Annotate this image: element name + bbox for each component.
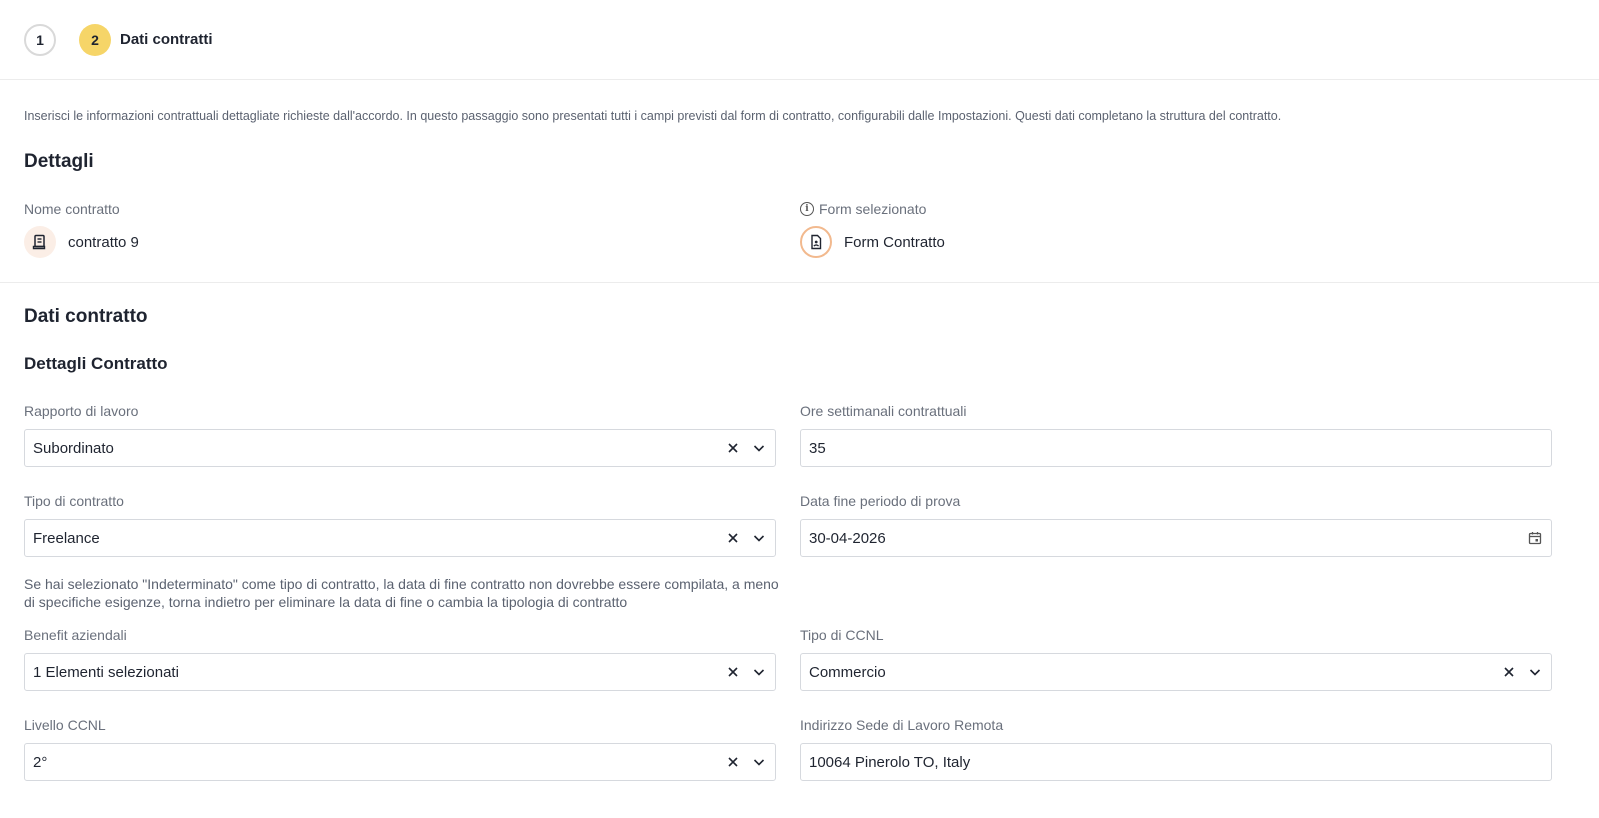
contract-name-value: contratto 9: [68, 233, 139, 251]
step-2-indicator[interactable]: 2: [79, 24, 111, 56]
form-selected-row: Form Contratto: [800, 226, 945, 258]
close-icon[interactable]: [725, 530, 741, 546]
livello-ccnl-label: Livello CCNL: [24, 717, 106, 733]
close-icon[interactable]: [725, 440, 741, 456]
indirizzo-label: Indirizzo Sede di Lavoro Remota: [800, 717, 1004, 733]
livello-ccnl-select[interactable]: 2°: [24, 743, 776, 781]
close-icon[interactable]: [725, 754, 741, 770]
chevron-down-icon[interactable]: [751, 754, 767, 770]
step-1-indicator[interactable]: 1: [24, 24, 56, 56]
indirizzo-value: 10064 Pinerolo TO, Italy: [809, 753, 971, 771]
section-divider: [0, 282, 1599, 283]
contract-type-hint: Se hai selezionato "Indeterminato" come …: [24, 576, 779, 610]
stepper: 1 2 Dati contratti: [0, 0, 1599, 80]
data-fine-prova-input[interactable]: 30-04-2026: [800, 519, 1552, 557]
indirizzo-input[interactable]: 10064 Pinerolo TO, Italy: [800, 743, 1552, 781]
ore-value: 35: [809, 439, 826, 457]
rapporto-value: Subordinato: [33, 439, 114, 457]
contract-data-title: Dati contratto: [24, 306, 148, 327]
rapporto-label: Rapporto di lavoro: [24, 403, 139, 419]
rapporto-select[interactable]: Subordinato: [24, 429, 776, 467]
close-icon[interactable]: [1501, 664, 1517, 680]
tipo-ccnl-value: Commercio: [809, 663, 886, 681]
benefit-label: Benefit aziendali: [24, 627, 127, 643]
tipo-ccnl-select[interactable]: Commercio: [800, 653, 1552, 691]
tipo-contratto-value: Freelance: [33, 529, 100, 547]
form-selected-value: Form Contratto: [844, 233, 945, 251]
form-document-icon: [800, 226, 832, 258]
calendar-icon[interactable]: [1527, 530, 1543, 546]
data-fine-prova-value: 30-04-2026: [809, 529, 886, 547]
step-2-label: Dati contratti: [120, 31, 213, 48]
form-selected-label: i Form selezionato: [800, 201, 926, 217]
tipo-ccnl-label: Tipo di CCNL: [800, 627, 884, 643]
contract-details-subtitle: Dettagli Contratto: [24, 354, 168, 373]
data-fine-prova-label: Data fine periodo di prova: [800, 493, 961, 509]
info-icon[interactable]: i: [800, 202, 814, 216]
tipo-contratto-label: Tipo di contratto: [24, 493, 124, 509]
contract-name-label: Nome contratto: [24, 201, 120, 217]
chevron-down-icon[interactable]: [1527, 664, 1543, 680]
ore-label: Ore settimanali contrattuali: [800, 403, 967, 419]
details-title: Dettagli: [24, 151, 94, 172]
chevron-down-icon[interactable]: [751, 440, 767, 456]
ore-input[interactable]: 35: [800, 429, 1552, 467]
close-icon[interactable]: [725, 664, 741, 680]
chevron-down-icon[interactable]: [751, 664, 767, 680]
contract-name-row: contratto 9: [24, 226, 139, 258]
benefit-value: 1 Elementi selezionati: [33, 663, 179, 681]
intro-text: Inserisci le informazioni contrattuali d…: [24, 109, 1282, 123]
chevron-down-icon[interactable]: [751, 530, 767, 546]
livello-ccnl-value: 2°: [33, 753, 48, 771]
contract-icon: [24, 226, 56, 258]
form-selected-label-text: Form selezionato: [819, 201, 927, 217]
tipo-contratto-select[interactable]: Freelance: [24, 519, 776, 557]
benefit-select[interactable]: 1 Elementi selezionati: [24, 653, 776, 691]
